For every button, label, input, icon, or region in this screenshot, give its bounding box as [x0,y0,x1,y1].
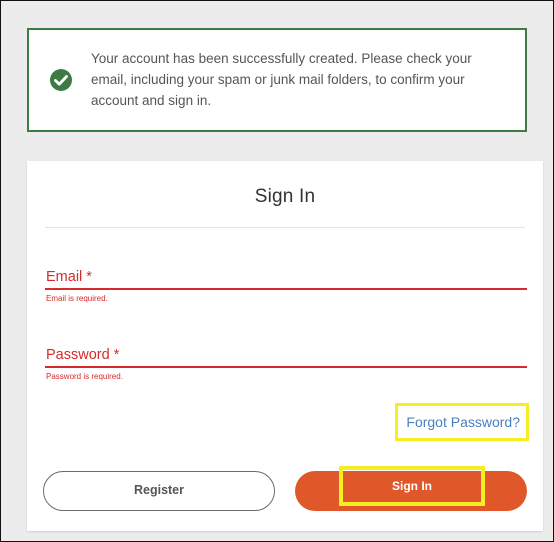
email-field[interactable]: Email * Email is required. [45,266,527,303]
success-message: Your account has been successfully creat… [91,51,472,108]
password-error-message: Password is required. [46,372,123,381]
email-underline [45,288,527,290]
signin-button-label: Sign In [339,466,485,506]
forgot-password-link[interactable]: Forgot Password? [395,403,529,441]
password-field[interactable]: Password * Password is required. [45,344,527,381]
title-divider [45,227,525,228]
password-underline [45,366,527,368]
success-alert: Your account has been successfully creat… [27,28,527,132]
register-button[interactable]: Register [43,471,275,511]
signin-card: Sign In Email * Email is required. Passw… [27,161,543,531]
page-frame: Your account has been successfully creat… [0,0,554,542]
signin-button[interactable]: Sign In [295,466,527,511]
password-label: Password * [46,347,120,363]
email-label: Email * [46,269,92,285]
check-circle-icon [50,69,72,91]
email-error-message: Email is required. [46,294,108,303]
signin-title: Sign In [254,186,316,207]
